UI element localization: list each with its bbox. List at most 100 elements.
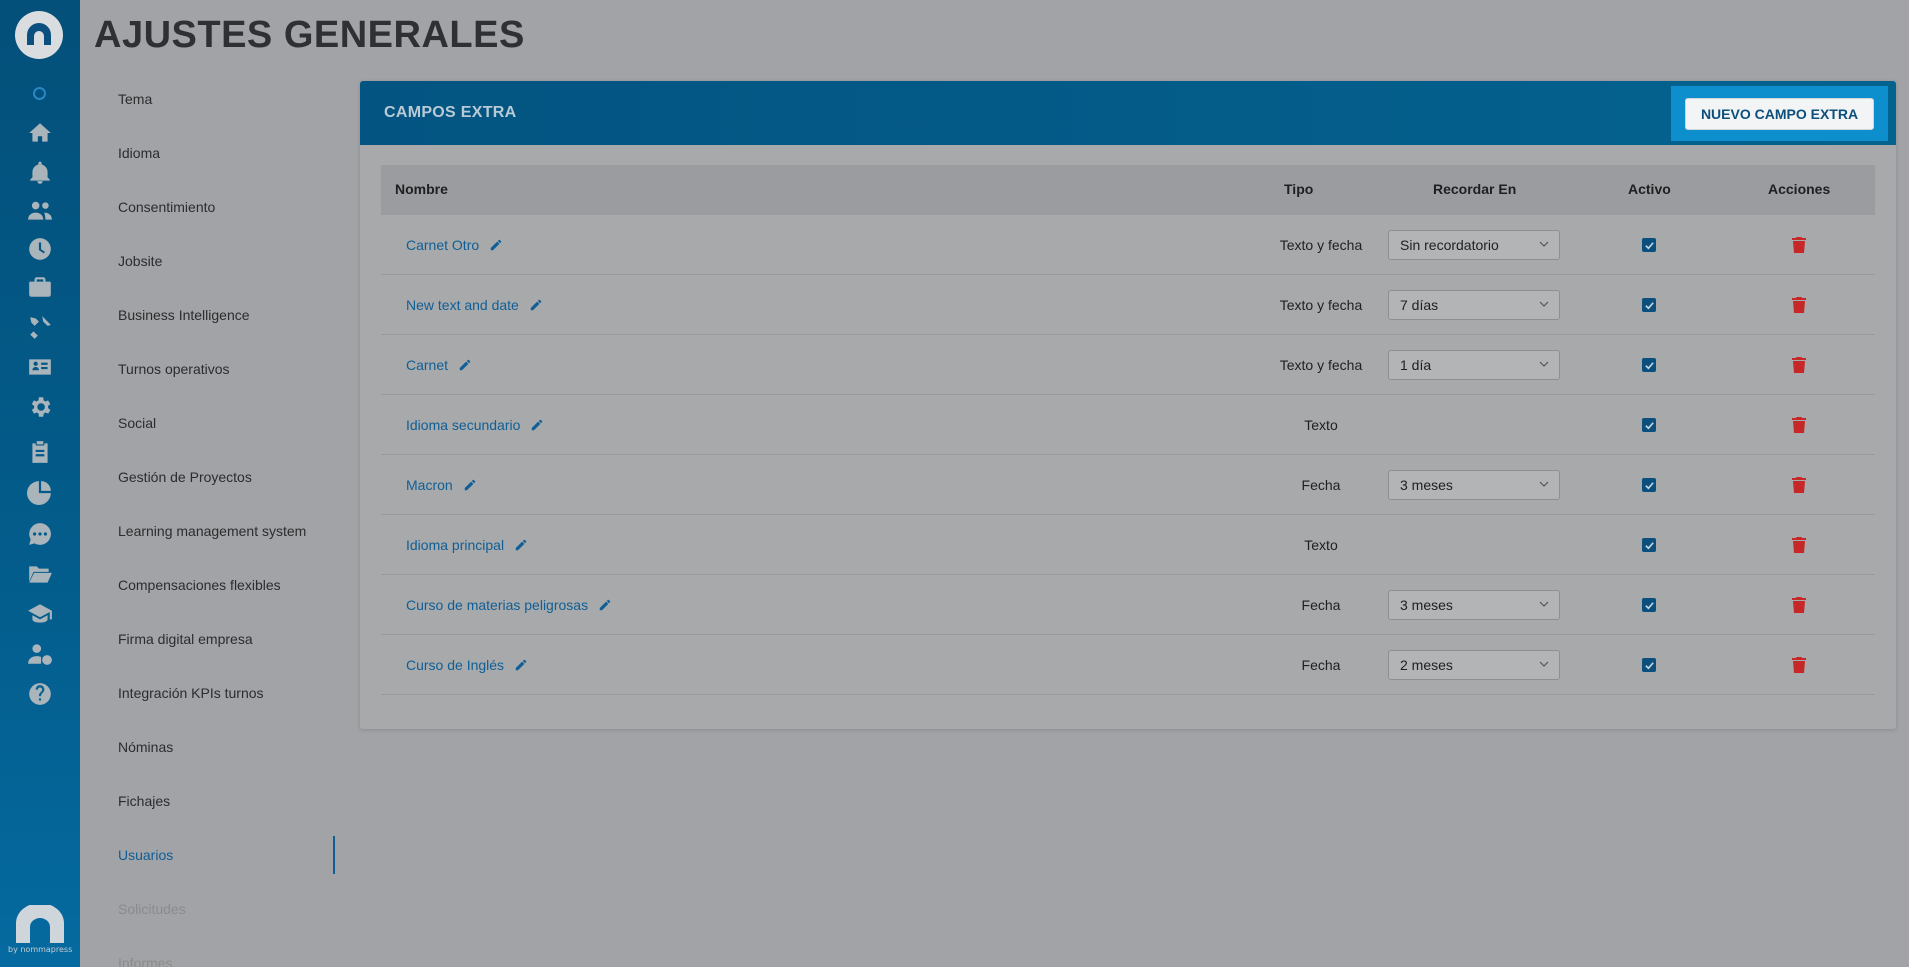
menu-item-tema[interactable]: Tema <box>118 91 152 107</box>
chevron-down-icon <box>1539 241 1549 247</box>
active-checkbox[interactable] <box>1642 358 1656 372</box>
field-name-cell: Curso de Inglés <box>406 657 528 673</box>
remind-select[interactable]: 3 meses <box>1388 590 1560 620</box>
menu-item-idioma[interactable]: Idioma <box>118 145 160 161</box>
clipboard-icon[interactable] <box>24 436 56 468</box>
field-name-link[interactable]: Idioma principal <box>406 537 504 553</box>
delete-trash-icon[interactable] <box>1792 597 1806 613</box>
menu-item-gestion-proyectos[interactable]: Gestión de Proyectos <box>118 469 252 485</box>
id-card-icon[interactable] <box>24 351 56 383</box>
bell-icon[interactable] <box>24 157 56 189</box>
menu-item-compensaciones[interactable]: Compensaciones flexibles <box>118 577 281 593</box>
remind-select[interactable]: 7 días <box>1388 290 1560 320</box>
edit-pencil-icon[interactable] <box>598 598 612 612</box>
field-type: Texto <box>1304 537 1338 553</box>
menu-item-consentimiento[interactable]: Consentimiento <box>118 199 215 215</box>
menu-item-informes[interactable]: Informes <box>118 955 172 967</box>
delete-trash-icon[interactable] <box>1792 657 1806 673</box>
menu-item-nominas[interactable]: Nóminas <box>118 739 173 755</box>
new-extra-field-button[interactable]: NUEVO CAMPO EXTRA <box>1685 97 1874 130</box>
menu-item-lms[interactable]: Learning management system <box>118 523 306 539</box>
gear-icon[interactable] <box>24 391 56 423</box>
help-icon[interactable] <box>24 678 56 710</box>
active-checkbox[interactable] <box>1642 538 1656 552</box>
menu-item-jobsite[interactable]: Jobsite <box>118 253 162 269</box>
active-checkbox[interactable] <box>1642 598 1656 612</box>
chevron-down-icon <box>1539 361 1549 367</box>
logo-icon[interactable] <box>15 11 63 59</box>
field-name-cell: Carnet Otro <box>406 237 503 253</box>
delete-trash-icon[interactable] <box>1792 537 1806 553</box>
menu-item-social[interactable]: Social <box>118 415 156 431</box>
column-header-name[interactable]: Nombre <box>395 181 448 197</box>
column-header-remind[interactable]: Recordar En <box>1433 181 1516 197</box>
clock-icon[interactable] <box>24 233 56 265</box>
remind-select-value: Sin recordatorio <box>1400 237 1499 253</box>
delete-trash-icon[interactable] <box>1792 477 1806 493</box>
field-name-cell: New text and date <box>406 297 543 313</box>
field-name-cell: Curso de materias peligrosas <box>406 597 612 613</box>
user-dollar-icon[interactable] <box>24 638 56 670</box>
menu-item-business-intelligence[interactable]: Business Intelligence <box>118 307 250 323</box>
field-name-link[interactable]: Curso de materias peligrosas <box>406 597 588 613</box>
menu-item-usuarios[interactable]: Usuarios <box>118 847 173 863</box>
field-type: Texto y fecha <box>1279 237 1363 253</box>
settings-menu: Tema Idioma Consentimiento Jobsite Busin… <box>80 80 336 967</box>
remind-select[interactable]: 1 día <box>1388 350 1560 380</box>
remind-select[interactable]: 2 meses <box>1388 650 1560 680</box>
field-name-link[interactable]: Carnet <box>406 357 448 373</box>
edit-pencil-icon[interactable] <box>529 298 543 312</box>
field-name-link[interactable]: New text and date <box>406 297 519 313</box>
menu-item-integracion-kpis[interactable]: Integración KPIs turnos <box>118 685 264 701</box>
delete-trash-icon[interactable] <box>1792 297 1806 313</box>
edit-pencil-icon[interactable] <box>463 478 477 492</box>
menu-item-solicitudes[interactable]: Solicitudes <box>118 901 186 917</box>
active-checkbox[interactable] <box>1642 658 1656 672</box>
field-type: Fecha <box>1301 657 1341 673</box>
table-row: Idioma principal Texto <box>381 515 1875 575</box>
edit-pencil-icon[interactable] <box>489 238 503 252</box>
menu-item-fichajes[interactable]: Fichajes <box>118 793 170 809</box>
users-icon[interactable] <box>24 195 56 227</box>
active-checkbox[interactable] <box>1642 478 1656 492</box>
remind-select-value: 2 meses <box>1400 657 1453 673</box>
active-checkbox[interactable] <box>1642 238 1656 252</box>
field-name-link[interactable]: Curso de Inglés <box>406 657 504 673</box>
remind-select-value: 3 meses <box>1400 597 1453 613</box>
edit-pencil-icon[interactable] <box>514 658 528 672</box>
field-name-link[interactable]: Idioma secundario <box>406 417 520 433</box>
folder-icon[interactable] <box>24 558 56 590</box>
panel-header: CAMPOS EXTRA NUEVO CAMPO EXTRA <box>360 81 1896 145</box>
chat-icon[interactable] <box>24 518 56 550</box>
field-name-link[interactable]: Carnet Otro <box>406 237 479 253</box>
chevron-down-icon <box>1539 301 1549 307</box>
briefcase-icon[interactable] <box>24 271 56 303</box>
pie-chart-icon[interactable] <box>24 476 56 508</box>
remind-select[interactable]: Sin recordatorio <box>1388 230 1560 260</box>
active-checkbox[interactable] <box>1642 298 1656 312</box>
remind-select-value: 7 días <box>1400 297 1439 313</box>
edit-pencil-icon[interactable] <box>530 418 544 432</box>
graduation-cap-icon[interactable] <box>24 598 56 630</box>
table-row: New text and date Texto y fecha 7 días <box>381 275 1875 335</box>
table-row: Macron Fecha 3 meses <box>381 455 1875 515</box>
column-header-type[interactable]: Tipo <box>1284 181 1313 197</box>
table-body: Carnet Otro Texto y fecha Sin recordatorio… <box>381 215 1875 695</box>
table-row: Curso de materias peligrosas Fecha 3 meses <box>381 575 1875 635</box>
delete-trash-icon[interactable] <box>1792 417 1806 433</box>
remind-select[interactable]: 3 meses <box>1388 470 1560 500</box>
tools-icon[interactable] <box>24 311 56 343</box>
delete-trash-icon[interactable] <box>1792 237 1806 253</box>
edit-pencil-icon[interactable] <box>458 358 472 372</box>
page-title: AJUSTES GENERALES <box>94 14 525 56</box>
active-checkbox[interactable] <box>1642 418 1656 432</box>
field-type: Fecha <box>1301 477 1341 493</box>
edit-pencil-icon[interactable] <box>514 538 528 552</box>
delete-trash-icon[interactable] <box>1792 357 1806 373</box>
menu-item-turnos-operativos[interactable]: Turnos operativos <box>118 361 230 377</box>
field-name-link[interactable]: Macron <box>406 477 453 493</box>
menu-item-firma-digital[interactable]: Firma digital empresa <box>118 631 253 647</box>
home-icon[interactable] <box>24 117 56 149</box>
brand-text: by nommapress <box>8 945 73 954</box>
column-header-active[interactable]: Activo <box>1628 181 1671 197</box>
